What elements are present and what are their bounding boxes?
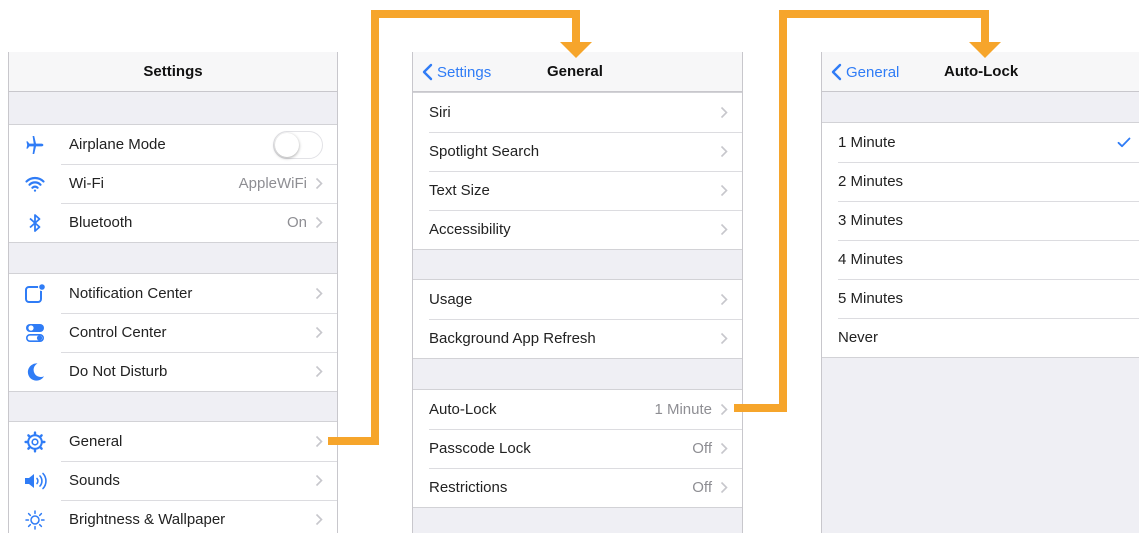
arrow-settings-to-general	[328, 10, 592, 445]
arrow-general-to-auto-lock	[734, 10, 1001, 412]
navigation-flow-arrows	[328, 10, 1001, 445]
